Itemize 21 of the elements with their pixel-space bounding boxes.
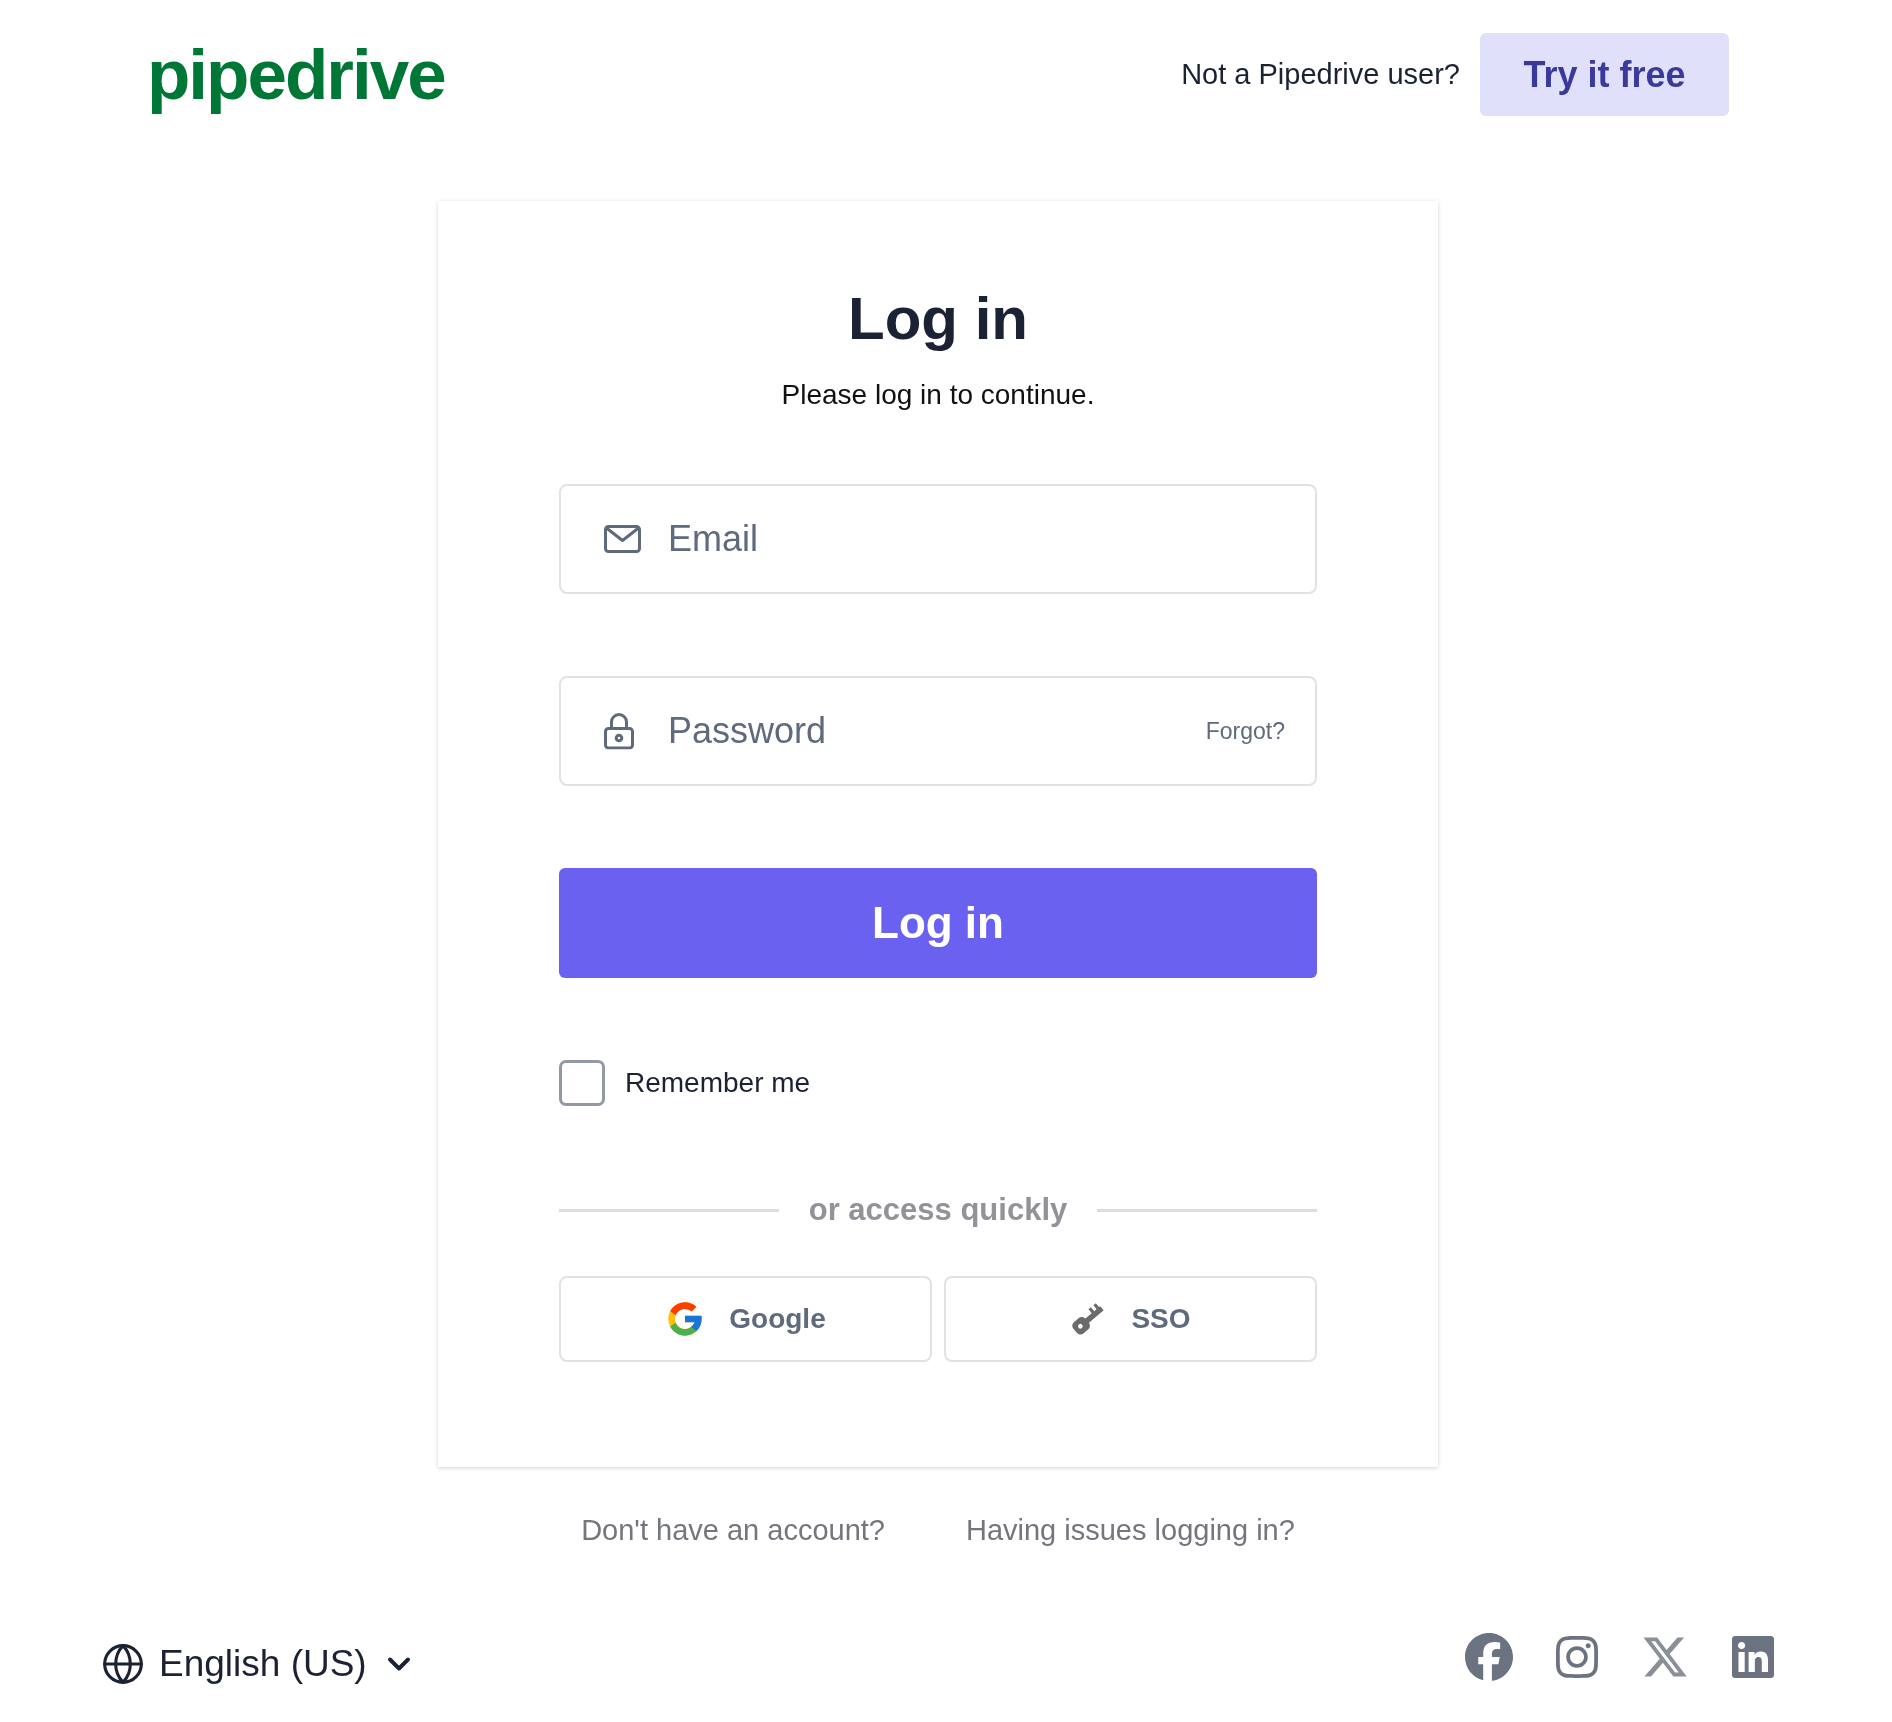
login-button[interactable]: Log in [559,868,1317,978]
forgot-password-link[interactable]: Forgot? [1205,717,1285,745]
mail-icon [604,525,641,553]
help-link[interactable]: Don't have an account? [581,1513,885,1547]
login-subtitle: Please log in to continue. [780,378,1096,412]
language-selector[interactable]: English (US) [101,1628,417,1686]
login-title: Log in [847,284,1029,354]
remember-me-checkbox[interactable] [559,1060,605,1106]
try-free-button[interactable]: Try it free [1480,33,1729,116]
email-field[interactable]: Email [559,484,1317,594]
signup-prompt: Not a Pipedrive user? [1181,58,1460,91]
globe-icon [101,1642,145,1686]
lock-icon [604,712,634,750]
linkedin-icon[interactable] [1729,1633,1777,1681]
facebook-icon[interactable] [1465,1633,1513,1681]
instagram-icon[interactable] [1553,1633,1601,1681]
divider-text: or access quickly [808,1191,1068,1229]
sso-login-button[interactable]: SSO [944,1276,1317,1362]
help-link[interactable]: Having issues logging in? [965,1513,1295,1547]
remember-me-label: Remember me [625,1067,811,1099]
google-login-button[interactable]: Google [559,1276,932,1362]
